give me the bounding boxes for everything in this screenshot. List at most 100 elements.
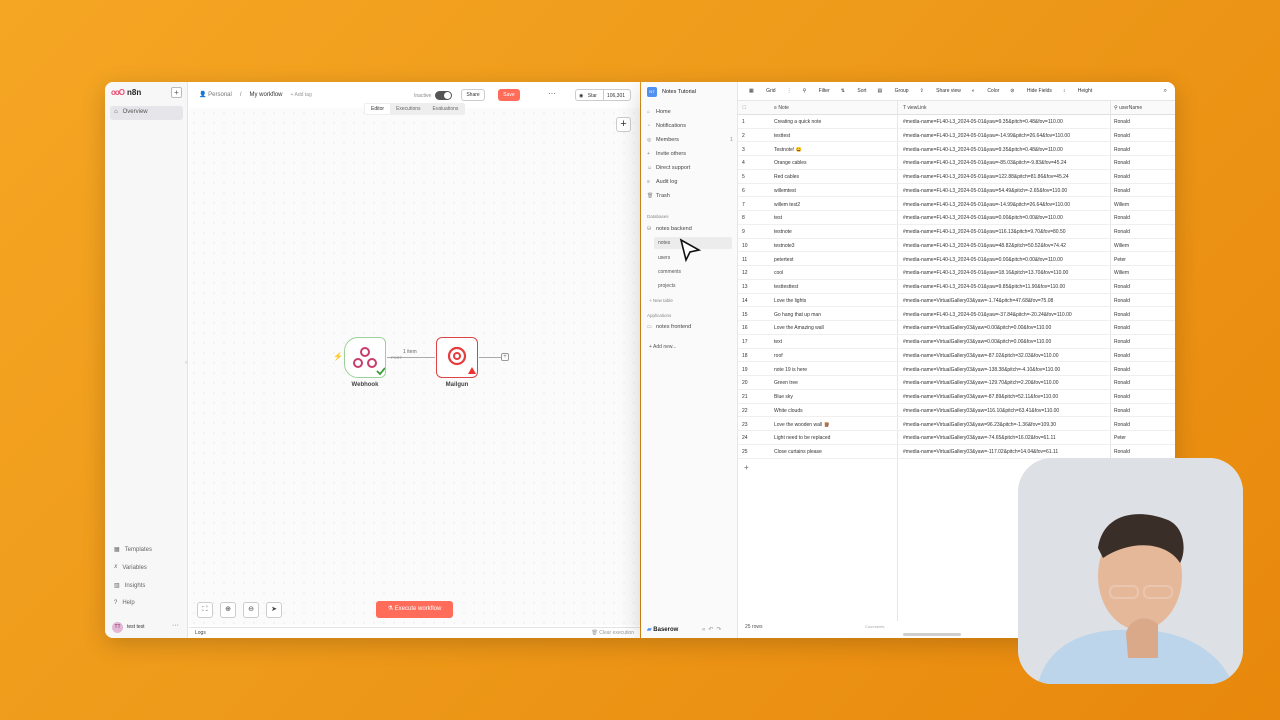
viewlink-cell[interactable]: #media-name=FL40-L3_2024-05-01&yaw=116.1…	[903, 229, 1113, 235]
table-row[interactable]: 11 petertest #media-name=FL40-L3_2024-05-0…	[738, 253, 1175, 267]
note-cell[interactable]: Creating a quick note	[774, 119, 894, 125]
username-cell[interactable]: Ronald	[1114, 188, 1174, 194]
note-cell[interactable]: Testnote! 😀	[774, 147, 894, 153]
table-row[interactable]: 9 testnote #media-name=FL40-L3_2024-05-01&…	[738, 225, 1175, 239]
fit-view-icon[interactable]: ⛶	[197, 602, 213, 618]
viewlink-cell[interactable]: #media-name=VirtualGallery03&yaw=96.23&p…	[903, 422, 1113, 428]
nav-support[interactable]: ☺ Direct support	[647, 165, 690, 171]
table-row[interactable]: 10 testnote3 #media-name=FL40-L3_2024-05-0…	[738, 239, 1175, 253]
workflow-canvas[interactable]	[189, 108, 640, 625]
note-cell[interactable]: White clouds	[774, 408, 894, 414]
note-cell[interactable]: Love the lights	[774, 298, 894, 304]
viewlink-cell[interactable]: #media-name=VirtualGallery03&yaw=0.00&pi…	[903, 325, 1113, 331]
table-row[interactable]: 25 Close curtains please #media-name=Virtu…	[738, 445, 1175, 459]
zoom-in-icon[interactable]: ⊕	[220, 602, 236, 618]
viewlink-cell[interactable]: #media-name=FL40-L3_2024-05-01&yaw=-14.9…	[903, 202, 1113, 208]
table-row[interactable]: 5 Red cables #media-name=FL40-L3_2024-05-0…	[738, 170, 1175, 184]
table-row[interactable]: 24 Light need to be replaced #media-name=V…	[738, 431, 1175, 445]
table-row[interactable]: 18 roof #media-name=VirtualGallery03&yaw=-…	[738, 349, 1175, 363]
horizontal-scrollbar[interactable]	[903, 633, 961, 636]
username-cell[interactable]: Ronald	[1114, 229, 1174, 235]
note-cell[interactable]: Love the wooden wall 🪵	[774, 422, 894, 428]
note-cell[interactable]: note 19 is here	[774, 367, 894, 373]
color-button[interactable]: ◐ Color	[972, 88, 999, 94]
viewlink-cell[interactable]: #media-name=FL40-L3_2024-05-01&yaw=0.00&…	[903, 257, 1113, 263]
table-row[interactable]: 6 willemtest #media-name=FL40-L3_2024-05-0…	[738, 184, 1175, 198]
comments-link[interactable]: Comments	[865, 624, 884, 629]
username-cell[interactable]: Ronald	[1114, 133, 1174, 139]
note-cell[interactable]: Go hang that up man	[774, 312, 894, 318]
note-cell[interactable]: Green tree	[774, 380, 894, 386]
note-cell[interactable]: roof	[774, 353, 894, 359]
table-row[interactable]: 13 testtesttest #media-name=FL40-L3_2024-0…	[738, 280, 1175, 294]
database-item[interactable]: ⛁ notes backend	[647, 226, 692, 232]
tab-editor[interactable]: Editor	[365, 104, 391, 114]
viewlink-cell[interactable]: #media-name=FL40-L3_2024-05-01&yaw=9.35&…	[903, 119, 1113, 125]
table-row[interactable]: 2 testtest #media-name=FL40-L3_2024-05-01&…	[738, 129, 1175, 143]
zoom-out-icon[interactable]: ⊖	[243, 602, 259, 618]
username-cell[interactable]: Ronald	[1114, 394, 1174, 400]
nav-insights[interactable]: ▥ Insights	[114, 582, 145, 590]
username-cell[interactable]: Ronald	[1114, 119, 1174, 125]
sort-button[interactable]: ⇅ Sort	[841, 88, 867, 94]
note-cell[interactable]: willemtest	[774, 188, 894, 194]
viewlink-cell[interactable]: #media-name=FL40-L3_2024-05-01&yaw=54.49…	[903, 188, 1113, 194]
project-crumb[interactable]: 👤 Personal	[199, 91, 232, 98]
note-cell[interactable]: Orange cables	[774, 160, 894, 166]
username-cell[interactable]: Ronald	[1114, 160, 1174, 166]
viewlink-cell[interactable]: #media-name=FL40-L3_2024-05-01&yaw=18.16…	[903, 270, 1113, 276]
column-header-viewlink[interactable]: T viewLink	[903, 105, 927, 111]
table-row[interactable]: 22 White clouds #media-name=VirtualGallery…	[738, 404, 1175, 418]
username-cell[interactable]: Ronald	[1114, 367, 1174, 373]
viewlink-cell[interactable]: #media-name=VirtualGallery03&yaw=-138.38…	[903, 367, 1113, 373]
table-projects[interactable]: projects	[658, 283, 676, 289]
note-cell[interactable]: test	[774, 215, 894, 221]
nav-invite[interactable]: + Invite others	[647, 151, 686, 157]
username-cell[interactable]: Willem	[1114, 270, 1174, 276]
viewlink-cell[interactable]: #media-name=FL40-L3_2024-05-01&yaw=0.00&…	[903, 215, 1113, 221]
hide-fields-button[interactable]: ⊘ Hide Fields	[1010, 88, 1052, 94]
nav-members[interactable]: ◎ Members 1	[647, 137, 733, 143]
viewlink-cell[interactable]: #media-name=FL40-L3_2024-05-01&yaw=122.8…	[903, 174, 1113, 180]
viewlink-cell[interactable]: #media-name=FL40-L3_2024-05-01&yaw=-14.9…	[903, 133, 1113, 139]
table-row[interactable]: 21 Blue sky #media-name=VirtualGallery03&y…	[738, 390, 1175, 404]
nav-notifications[interactable]: ◔ Notifications	[647, 123, 686, 129]
nav-audit-log[interactable]: ≡ Audit log	[647, 179, 677, 185]
note-cell[interactable]: Love the Amazing wall	[774, 325, 894, 331]
avatar[interactable]: TT	[112, 622, 123, 633]
note-cell[interactable]: testnote	[774, 229, 894, 235]
n8n-logo[interactable]: ooO n8n	[111, 88, 141, 97]
username-cell[interactable]: Willem	[1114, 202, 1174, 208]
note-cell[interactable]: petertest	[774, 257, 894, 263]
username-cell[interactable]: Ronald	[1114, 449, 1174, 455]
nav-variables[interactable]: 𝑥 Variables	[114, 564, 147, 571]
filter-button[interactable]: ⚲ Filter	[803, 88, 830, 94]
table-users[interactable]: users	[658, 255, 670, 261]
search-icon[interactable]: ⌕	[1164, 88, 1167, 95]
row-height-button[interactable]: ↕ Height	[1063, 88, 1092, 94]
viewlink-cell[interactable]: #media-name=VirtualGallery03&yaw=-129.70…	[903, 380, 1113, 386]
table-row[interactable]: 12 cool #media-name=FL40-L3_2024-05-01&yaw…	[738, 266, 1175, 280]
viewlink-cell[interactable]: #media-name=VirtualGallery03&yaw=-74.65&…	[903, 435, 1113, 441]
tab-executions[interactable]: Executions	[390, 104, 426, 114]
add-next-node-icon[interactable]: +	[501, 353, 509, 361]
github-star-button[interactable]: ◉ Star 106,301	[575, 89, 631, 101]
add-tag-link[interactable]: + Add tag	[291, 92, 312, 98]
note-cell[interactable]: testtest	[774, 133, 894, 139]
note-cell[interactable]: text	[774, 339, 894, 345]
table-row[interactable]: 20 Green tree #media-name=VirtualGallery03…	[738, 376, 1175, 390]
table-row[interactable]: 1 Creating a quick note #media-name=FL40-L…	[738, 115, 1175, 129]
username-cell[interactable]: Ronald	[1114, 408, 1174, 414]
workspace-switcher[interactable]: NT Notes Tutorial	[647, 87, 696, 97]
logs-bar[interactable]: Logs 🗑 Clear execution	[189, 627, 640, 638]
create-button[interactable]: +	[171, 87, 182, 98]
username-cell[interactable]: Peter	[1114, 435, 1174, 441]
active-toggle[interactable]: Inactive	[414, 91, 453, 100]
note-cell[interactable]: testtesttest	[774, 284, 894, 290]
nav-templates[interactable]: ▦ Templates	[114, 546, 152, 554]
group-button[interactable]: ▤ Group	[878, 88, 909, 94]
username-cell[interactable]: Ronald	[1114, 353, 1174, 359]
note-cell[interactable]: cool	[774, 270, 894, 276]
webhook-node[interactable]	[344, 337, 386, 378]
viewlink-cell[interactable]: #media-name=FL40-L3_2024-05-01&yaw=48.82…	[903, 243, 1113, 249]
